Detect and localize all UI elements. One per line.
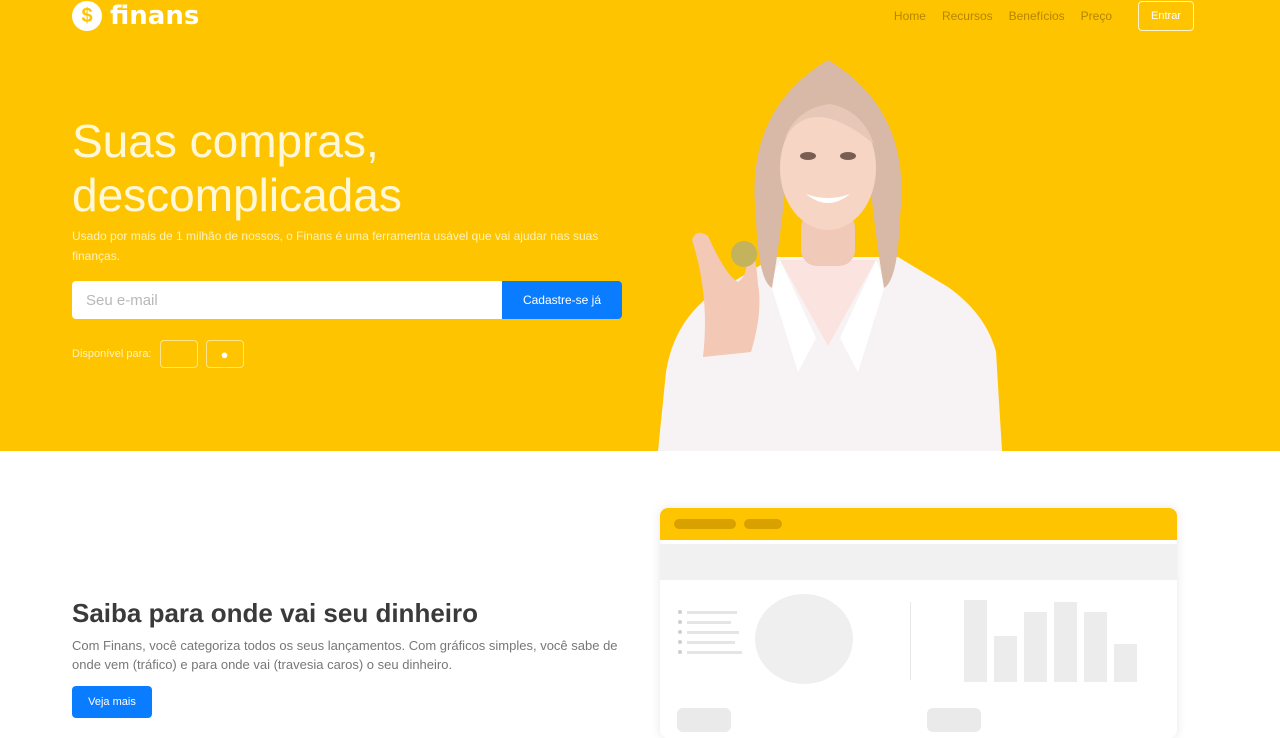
preview-header-placeholder: [674, 519, 736, 529]
preview-line: [687, 641, 735, 644]
preview-content: [660, 580, 1177, 732]
preview-pie-chart: [755, 594, 853, 684]
preview-bar: [1114, 644, 1137, 682]
preview-bar: [1084, 612, 1107, 682]
hero-subtitle: Usado por mais de 1 milhão de nossos, o …: [72, 229, 599, 263]
preview-bar: [1054, 602, 1077, 682]
preview-footer-block: [677, 708, 731, 732]
available-platforms: Disponível para: ●: [72, 340, 252, 368]
android-icon[interactable]: ●: [205, 340, 244, 368]
dashboard-preview: [660, 508, 1177, 738]
section-title: Saiba para onde vai seu dinheiro: [72, 598, 479, 628]
hero-title-line-1: Suas compras,: [72, 115, 379, 167]
preview-toolbar: [660, 544, 1177, 580]
hero-person-image: [658, 60, 1002, 451]
preview-line: [687, 621, 731, 624]
hero-title-line-2: descomplicadas: [72, 169, 402, 221]
email-input[interactable]: [72, 281, 502, 319]
preview-bar: [1024, 612, 1047, 682]
preview-line: [687, 651, 742, 654]
preview-bar: [994, 636, 1017, 682]
preview-bullet: [678, 640, 682, 644]
preview-header-placeholder: [744, 519, 782, 529]
available-label: Disponível para:: [72, 348, 152, 360]
signup-button[interactable]: Cadastre-se já: [502, 281, 622, 319]
hero-title: Suas compras, descomplicadas: [72, 114, 632, 222]
nav-item-preco[interactable]: Preço: [1081, 9, 1112, 23]
preview-line: [687, 631, 739, 634]
preview-bullet: [678, 650, 682, 654]
preview-bullet: [678, 610, 682, 614]
signup-form: Cadastre-se já: [72, 281, 622, 319]
brand-name: finans: [110, 1, 200, 31]
dollar-coin-icon: $: [72, 1, 102, 31]
hero-section: $ finans Home Recursos Benefícios Preço …: [0, 0, 1280, 451]
preview-bar: [964, 600, 987, 682]
preview-footer-block: [927, 708, 981, 732]
preview-bullet: [678, 630, 682, 634]
login-button[interactable]: Entrar: [1138, 1, 1194, 31]
nav-item-recursos[interactable]: Recursos: [942, 9, 993, 23]
brand-logo[interactable]: $ finans: [72, 0, 199, 32]
top-nav: Home Recursos Benefícios Preço Entrar: [894, 0, 1194, 32]
preview-line: [687, 611, 737, 614]
see-more-button[interactable]: Veja mais: [72, 686, 152, 718]
preview-divider: [910, 602, 911, 680]
apple-icon[interactable]: [159, 340, 198, 368]
preview-bullet: [678, 620, 682, 624]
section-text: Com Finans, você categoriza todos os seu…: [72, 638, 618, 672]
preview-header: [660, 508, 1177, 540]
nav-item-home[interactable]: Home: [894, 9, 926, 23]
nav-item-beneficios[interactable]: Benefícios: [1009, 9, 1065, 23]
